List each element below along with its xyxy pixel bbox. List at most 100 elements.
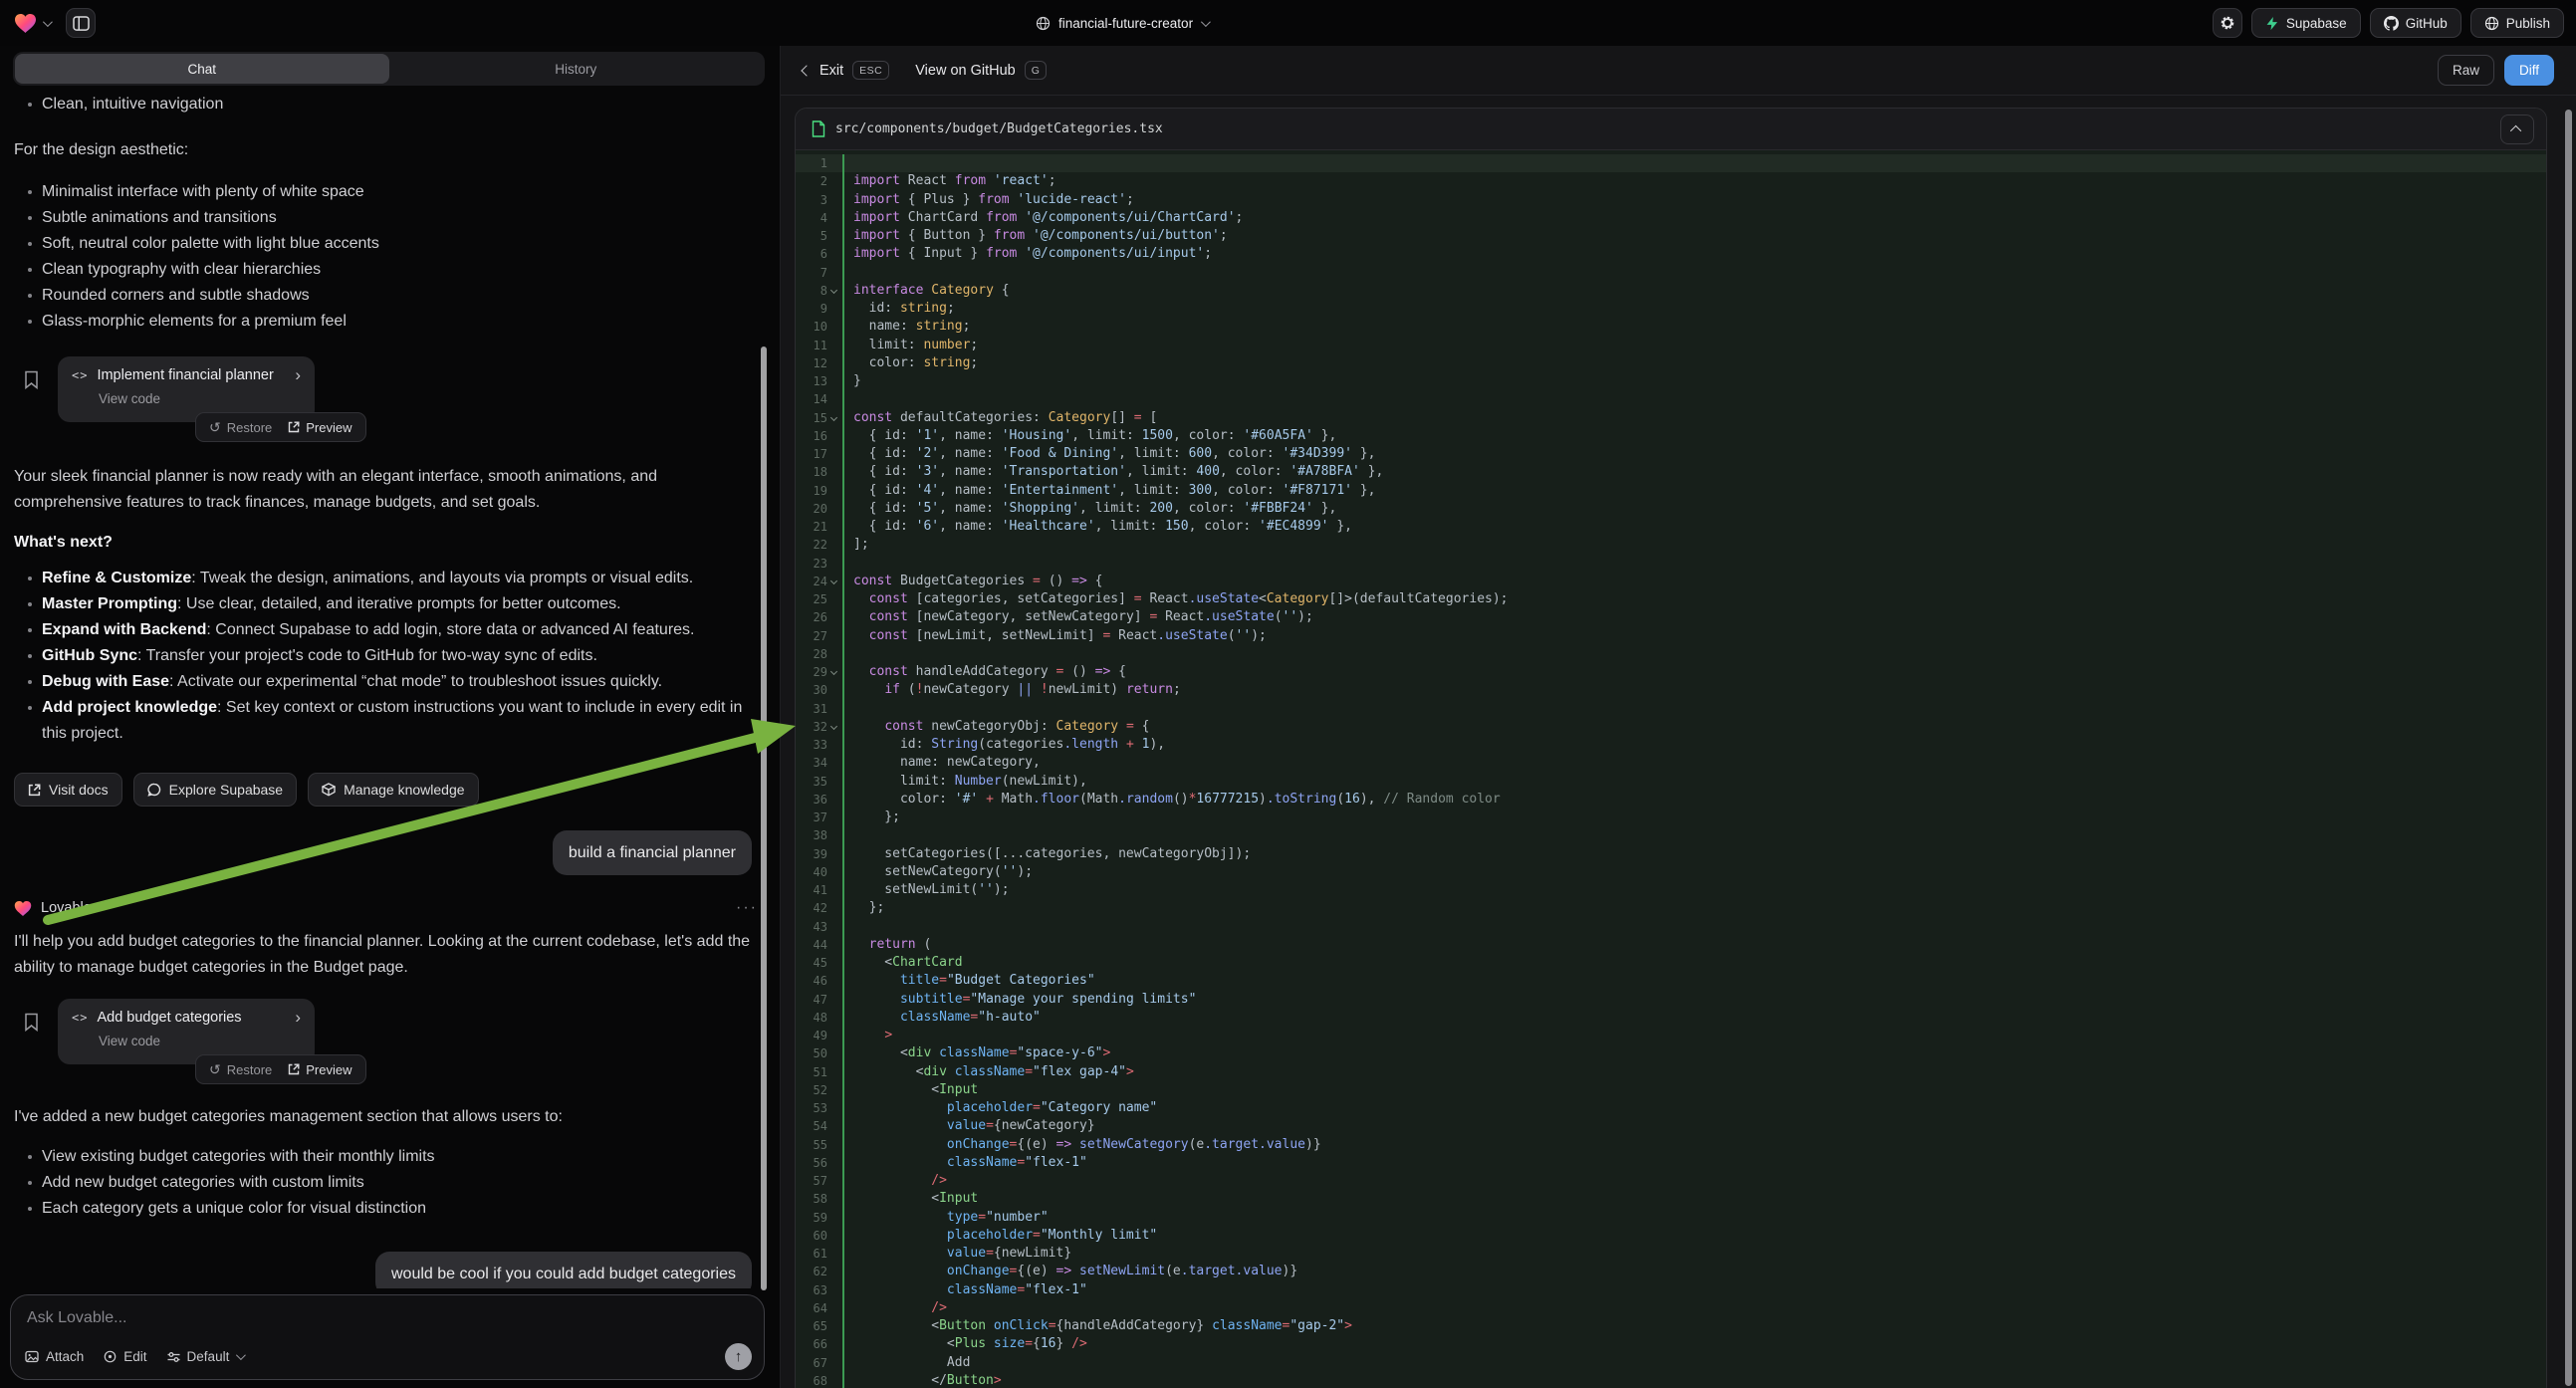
fold-gutter	[827, 463, 842, 481]
fold-gutter	[827, 1190, 842, 1208]
diff-toggle-button[interactable]: Diff	[2504, 55, 2554, 86]
preview-button[interactable]: Preview	[288, 1062, 351, 1077]
fold-gutter	[827, 555, 842, 573]
code-line-text: import { Button } from '@/components/ui/…	[842, 227, 2546, 245]
code-line-text: placeholder="Monthly limit"	[842, 1227, 2546, 1245]
view-on-github-button[interactable]: View on GitHub G	[915, 61, 1047, 80]
code-scrollbar[interactable]	[2565, 110, 2572, 1386]
code-line-text: }	[842, 372, 2546, 390]
list-item: Debug with Ease: Activate our experiment…	[14, 669, 766, 695]
code-line-text: className="flex-1"	[842, 1154, 2546, 1172]
chat-scroll-area[interactable]: Clean, intuitive navigation For the desi…	[0, 90, 780, 1288]
fold-chevron-icon[interactable]	[830, 287, 837, 294]
fold-gutter	[827, 154, 842, 172]
restore-button[interactable]: ↺ Restore	[209, 419, 272, 436]
line-number: 52	[796, 1081, 827, 1099]
view-code-link[interactable]: View code	[99, 1034, 301, 1048]
code-line: 21 { id: '6', name: 'Healthcare', limit:…	[796, 518, 2546, 536]
code-line: 12 color: string;	[796, 354, 2546, 372]
publish-globe-icon	[2484, 16, 2499, 31]
edit-button[interactable]: Edit	[104, 1349, 146, 1364]
attach-button[interactable]: Attach	[25, 1349, 84, 1364]
code-line-text: name: newCategory,	[842, 754, 2546, 772]
fold-gutter	[827, 1063, 842, 1081]
tab-history[interactable]: History	[389, 54, 764, 84]
project-switcher[interactable]: financial-future-creator	[1036, 0, 1208, 46]
exit-button[interactable]: Exit ESC	[803, 61, 889, 80]
fold-chevron-icon[interactable]	[830, 578, 837, 584]
code-line: 42 };	[796, 899, 2546, 917]
fold-gutter	[827, 172, 842, 190]
line-number: 49	[796, 1027, 827, 1044]
restore-button[interactable]: ↺ Restore	[209, 1061, 272, 1078]
code-line-text: return (	[842, 936, 2546, 954]
fold-gutter	[827, 663, 842, 681]
preview-button[interactable]: Preview	[288, 420, 351, 435]
manage-knowledge-button[interactable]: Manage knowledge	[308, 773, 478, 807]
code-line: 55 onChange={(e) => setNewCategory(e.tar…	[796, 1136, 2546, 1154]
publish-button[interactable]: Publish	[2470, 8, 2564, 38]
code-line-text: </Button>	[842, 1372, 2546, 1388]
code-editor[interactable]: 12import React from 'react';3import { Pl…	[796, 150, 2546, 1388]
fold-chevron-icon[interactable]	[830, 413, 837, 420]
mode-select[interactable]: Default	[167, 1349, 244, 1364]
fold-gutter	[827, 608, 842, 626]
code-line-text: className="flex-1"	[842, 1281, 2546, 1299]
attach-image-icon	[25, 1350, 39, 1363]
line-number: 41	[796, 881, 827, 899]
fold-gutter	[827, 1044, 842, 1062]
code-line-text: color: '#' + Math.floor(Math.random()*16…	[842, 791, 2546, 809]
message-more-button[interactable]: ···	[736, 899, 758, 917]
code-line: 8interface Category {	[796, 282, 2546, 300]
restore-icon: ↺	[209, 419, 221, 436]
bookmark-icon[interactable]	[24, 1013, 39, 1032]
view-code-link[interactable]: View code	[99, 391, 301, 406]
list-item: Refine & Customize: Tweak the design, an…	[14, 566, 766, 591]
logo-chevron-down-icon[interactable]	[43, 17, 53, 27]
fold-gutter	[827, 590, 842, 608]
code-line: 16 { id: '1', name: 'Housing', limit: 15…	[796, 427, 2546, 445]
list-item: Master Prompting: Use clear, detailed, a…	[14, 591, 766, 617]
code-line: 45 <ChartCard	[796, 954, 2546, 972]
fold-gutter	[827, 1372, 842, 1388]
send-button[interactable]: ↑	[725, 1343, 752, 1370]
tab-chat[interactable]: Chat	[15, 54, 389, 84]
sidebar-toggle-button[interactable]	[66, 8, 96, 38]
raw-toggle-button[interactable]: Raw	[2438, 55, 2494, 86]
fold-chevron-icon[interactable]	[830, 668, 837, 675]
line-number: 11	[796, 337, 827, 354]
code-file-card: src/components/budget/BudgetCategories.t…	[795, 108, 2547, 1388]
fold-gutter	[827, 1354, 842, 1372]
code-line: 26 const [newCategory, setNewCategory] =…	[796, 608, 2546, 626]
settings-button[interactable]	[2213, 8, 2242, 38]
line-number: 24	[796, 573, 827, 590]
code-line: 2import React from 'react';	[796, 172, 2546, 190]
line-number: 31	[796, 700, 827, 718]
github-button[interactable]: GitHub	[2370, 8, 2461, 38]
restore-icon: ↺	[209, 1061, 221, 1078]
visit-docs-button[interactable]: Visit docs	[14, 773, 122, 807]
supabase-button[interactable]: Supabase	[2251, 8, 2361, 38]
code-file-header[interactable]: src/components/budget/BudgetCategories.t…	[796, 109, 2546, 150]
explore-supabase-button[interactable]: Explore Supabase	[133, 773, 297, 807]
code-line: 54 value={newCategory}	[796, 1117, 2546, 1135]
fold-chevron-icon[interactable]	[830, 723, 837, 730]
collapse-file-button[interactable]	[2500, 115, 2534, 144]
line-number: 56	[796, 1154, 827, 1172]
bookmark-icon[interactable]	[24, 370, 39, 389]
list-item-text: Subtle animations and transitions	[42, 205, 277, 231]
lovable-logo-heart-icon[interactable]	[14, 13, 37, 34]
version-card-group-1: <> Implement financial planner › View co…	[14, 356, 766, 444]
code-line-text	[842, 264, 2546, 282]
list-item-text: Minimalist interface with plenty of whit…	[42, 179, 364, 205]
list-item-text: Debug with Ease: Activate our experiment…	[42, 669, 662, 695]
code-line: 37 };	[796, 809, 2546, 826]
fold-gutter	[827, 191, 842, 209]
chat-scrollbar[interactable]	[761, 347, 767, 1290]
composer-input[interactable]: Ask Lovable...	[27, 1309, 748, 1327]
fold-gutter	[827, 1099, 842, 1117]
fold-gutter	[827, 954, 842, 972]
code-line: 18 { id: '3', name: 'Transportation', li…	[796, 463, 2546, 481]
fold-gutter	[827, 1081, 842, 1099]
line-number: 1	[796, 154, 827, 172]
